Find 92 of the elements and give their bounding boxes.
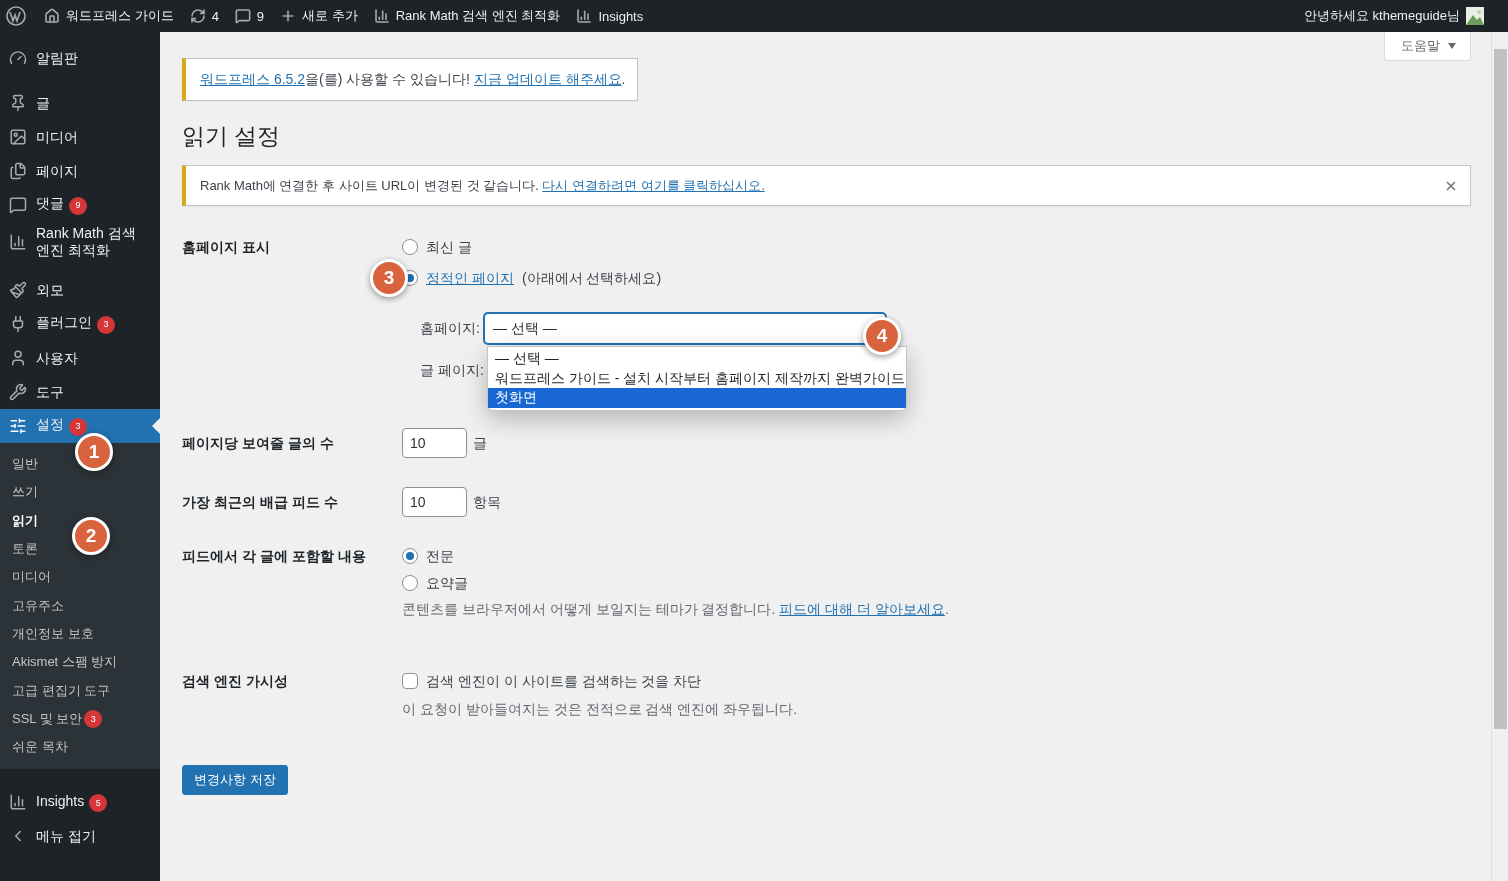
sidebar-item[interactable]: 미디어 (0, 120, 160, 154)
submenu-item[interactable]: 읽기 (0, 506, 50, 535)
help-tab[interactable]: 도움말 (1384, 32, 1471, 61)
sidebar-item[interactable]: 도구 (0, 375, 160, 409)
submenu-item[interactable]: SSL 및 보안 3 (0, 704, 115, 733)
submenu-item[interactable]: 미디어 (0, 563, 63, 592)
wrench-icon (9, 383, 27, 401)
brush-icon (9, 281, 27, 299)
toolbar-link[interactable]: 9 (226, 0, 273, 32)
dropdown-option[interactable]: — 선택 — (488, 349, 906, 369)
page-title: 읽기 설정 (182, 122, 282, 151)
count-badge: 3 (69, 417, 87, 436)
sidebar-item[interactable]: 플러그인 3 (0, 307, 160, 341)
setting-label: 페이지당 보여줄 글의 수 (182, 434, 334, 453)
bar-chart-icon (9, 793, 27, 812)
count-badge: 3 (84, 709, 103, 728)
sidebar-item[interactable]: 사용자 (0, 341, 160, 375)
number-field[interactable]: 10 (402, 487, 467, 517)
step-marker: 3 (370, 259, 408, 297)
option-link[interactable]: 정적인 페이지 (426, 268, 514, 288)
description-text: 이 요청이 받아들여지는 것은 전적으로 검색 엔진에 좌우됩니다. (402, 701, 798, 717)
submenu-item[interactable]: Akismet 스팸 방지 (0, 648, 130, 677)
count-badge: 5 (89, 794, 108, 812)
wordpress-logo[interactable] (6, 6, 26, 26)
pin-icon (9, 94, 27, 112)
toolbar-link[interactable]: 새로 추가 (272, 0, 366, 32)
image-icon (9, 128, 27, 146)
submenu-item[interactable]: 고급 편집기 도구 (0, 676, 123, 705)
radio-button[interactable] (402, 575, 418, 591)
current-pointer-icon (152, 418, 160, 434)
dropdown-option[interactable]: 첫화면 (488, 388, 906, 408)
text-link[interactable]: 워드프레스 6.5.2 (200, 71, 306, 87)
submenu-item[interactable]: 일반 (0, 450, 50, 479)
submenu-item[interactable]: 쓰기 (0, 478, 50, 507)
option-label: 요약글 (426, 574, 468, 593)
sidebar-item[interactable]: 알림판 (0, 41, 160, 75)
field-label: 글 페이지: (420, 362, 484, 380)
dropdown-option[interactable]: 워드프레스 가이드 - 설치 시작부터 홈페이지 제작까지 완벽가이드 (488, 368, 906, 388)
text-link[interactable]: 다시 연결하려면 여기를 클릭하십시오. (542, 178, 765, 193)
radio-button[interactable] (402, 239, 418, 255)
pages-icon (9, 162, 27, 180)
setting-label: 홈페이지 표시 (182, 238, 270, 257)
sliders-icon (9, 417, 27, 435)
setting-label: 가장 최근의 배급 피드 수 (182, 493, 338, 512)
gauge-icon (9, 49, 27, 67)
toolbar-link[interactable]: 4 (181, 0, 227, 32)
field-label: 홈페이지: (420, 319, 480, 338)
description-text: 콘텐츠를 브라우저에서 어떻게 보일지는 테마가 결정합니다. 피드에 대해 더 알아보세요. (402, 601, 949, 617)
greeting-link[interactable]: 안녕하세요 kthemeguide님 (1303, 7, 1460, 25)
notice-text: 워드프레스 6.5.2을(를) 사용할 수 있습니다! 지금 업데이트 해주세요. (200, 71, 626, 87)
count-badge: 3 (97, 315, 115, 334)
toolbar-link[interactable]: 워드프레스 가이드 (36, 0, 182, 32)
option-label: 전문 (426, 547, 454, 566)
sidebar-item[interactable]: 메뉴 접기 (0, 819, 160, 854)
submenu-item[interactable]: 고유주소 (0, 591, 76, 620)
text-link[interactable]: 지금 업데이트 해주세요 (473, 71, 622, 87)
bar-chart-icon (373, 8, 390, 24)
option-label: 최신 글 (426, 238, 472, 257)
toolbar-link[interactable]: Insights (568, 0, 652, 32)
checkbox-label: 검색 엔진이 이 사이트를 검색하는 것을 차단 (426, 672, 702, 691)
unit-label: 글 (473, 434, 487, 453)
text-link[interactable]: 피드에 대해 더 알아보세요 (779, 601, 945, 617)
sidebar-item[interactable]: 글 (0, 86, 160, 120)
bar-chart-icon (576, 8, 593, 24)
notice-text: Rank Math에 연결한 후 사이트 URL이 변경된 것 같습니다. 다시 연결하려면 여기를 클릭하십시오. (200, 177, 766, 195)
caret-icon (1448, 43, 1456, 49)
count-badge: 9 (69, 196, 87, 215)
setting-label: 검색 엔진 가시성 (182, 672, 288, 691)
refresh-icon (189, 8, 206, 24)
speech-bubble-icon (9, 196, 27, 214)
sidebar-item[interactable]: 댓글 9 (0, 188, 160, 222)
submenu-item[interactable]: 토론 (0, 534, 50, 564)
submenu-item[interactable]: 개인정보 보호 (0, 619, 106, 649)
submenu-item[interactable]: 쉬운 목차 (0, 732, 80, 762)
sidebar-item[interactable]: Insights 5 (0, 785, 160, 820)
setting-label: 피드에서 각 글에 포함할 내용 (182, 547, 366, 566)
home-icon (44, 8, 60, 24)
toolbar-link[interactable]: Rank Math 검색 엔진 최적화 (365, 0, 569, 32)
option-note: (아래에서 선택하세요) (521, 269, 662, 288)
radio-button[interactable] (402, 548, 418, 564)
bar-chart-icon (9, 233, 27, 251)
sidebar-item[interactable]: Rank Math 검색 엔진 최적화 (0, 222, 160, 262)
save-button[interactable]: 변경사항 저장 (182, 765, 288, 795)
number-field[interactable]: 10 (402, 428, 467, 458)
sidebar-item[interactable]: 설정 3 (0, 409, 160, 443)
checkbox[interactable] (402, 673, 418, 689)
avatar[interactable] (1466, 7, 1484, 25)
speech-bubble-icon (234, 8, 251, 24)
unit-label: 항목 (473, 493, 501, 512)
sidebar-item[interactable]: 페이지 (0, 154, 160, 188)
sidebar-item[interactable]: 외모 (0, 273, 160, 307)
person-icon (9, 349, 27, 367)
